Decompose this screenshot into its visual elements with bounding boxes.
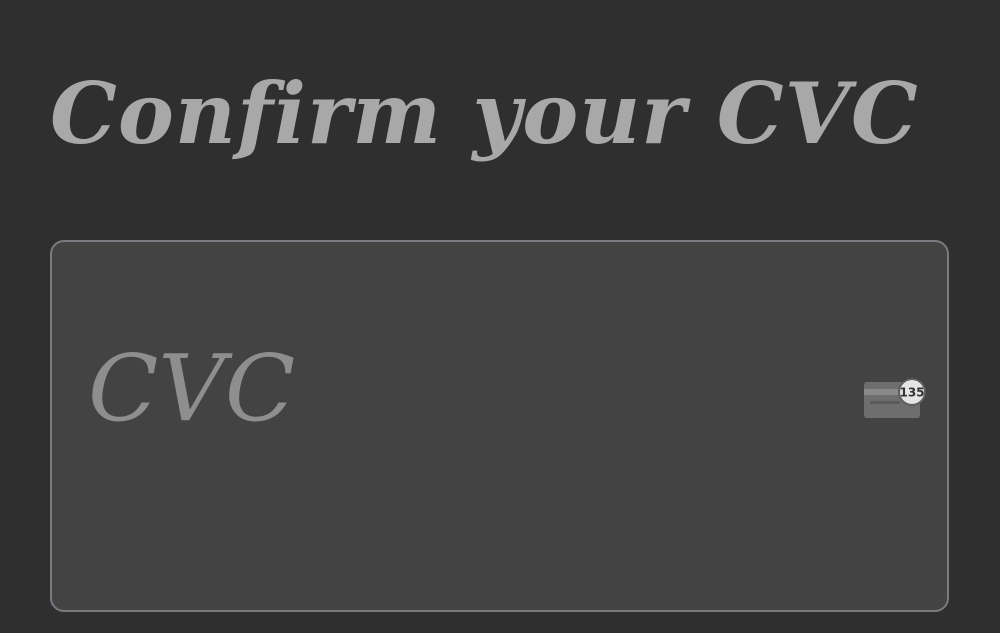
cvc-badge-text: 135: [899, 386, 924, 400]
cvc-field[interactable]: 135: [50, 240, 949, 612]
card-cvc-icon: 135: [864, 378, 926, 418]
page-title: Confirm your CVC: [50, 64, 919, 163]
cvc-input[interactable]: [88, 328, 828, 448]
